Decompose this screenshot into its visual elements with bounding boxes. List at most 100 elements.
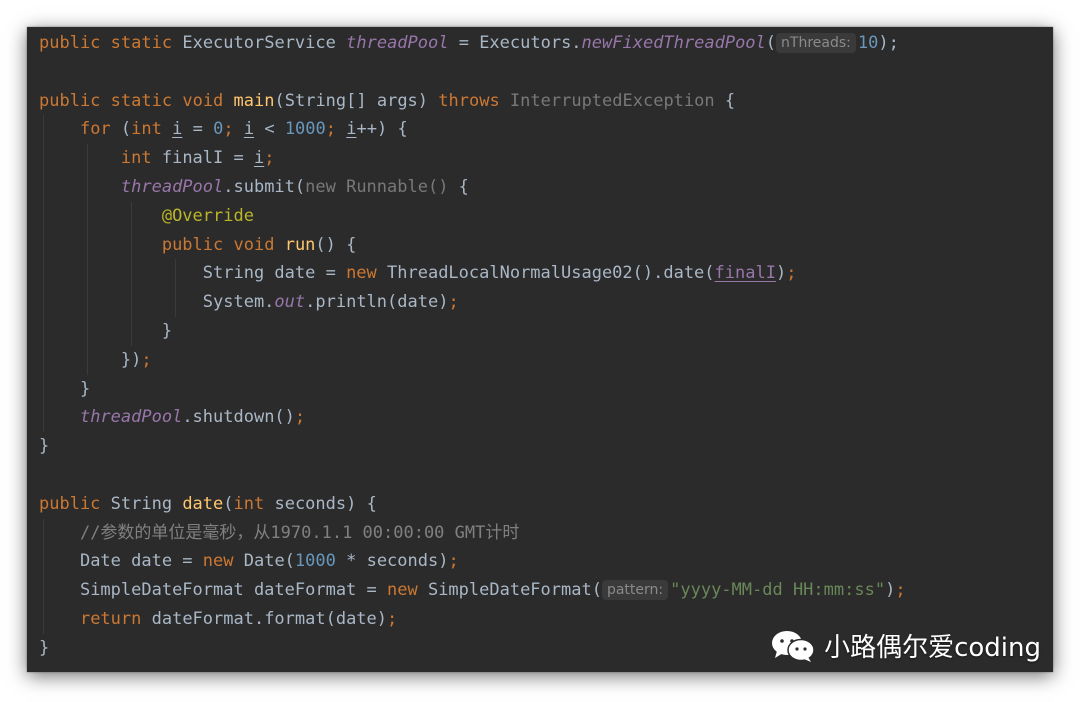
code-area[interactable]: public static ExecutorService threadPool… (39, 29, 1053, 663)
exception-type: InterruptedException (499, 90, 715, 111)
code-line-12: }); (39, 345, 1053, 375)
closing-brace: } (161, 320, 173, 341)
indent-guide (43, 518, 44, 548)
code-text: ) (775, 263, 787, 284)
semicolon: ; (223, 119, 234, 140)
code-text: SimpleDateFormat( (417, 580, 602, 601)
static-method: newFixedThreadPool (581, 33, 766, 53)
code-line-13: } (39, 374, 1053, 404)
code-line-5: int finalI = i; (39, 144, 1053, 173)
indent-guide (131, 259, 132, 289)
keyword: for (79, 119, 111, 140)
code-text: ); (878, 33, 899, 53)
keyword: new (346, 263, 377, 284)
indent-guide (87, 230, 88, 260)
indent-guide (43, 374, 44, 404)
code-text: .submit( (223, 176, 306, 197)
semicolon: ; (325, 119, 337, 140)
semicolon: ; (786, 263, 797, 284)
type-name: ExecutorService (182, 33, 336, 53)
code-text: SimpleDateFormat dateFormat = (79, 580, 387, 601)
code-line-14: threadPool.shutdown(); (39, 403, 1053, 433)
indent-guide (175, 259, 176, 289)
static-field: threadPool (120, 176, 224, 197)
code-line-3: public static void main(String[] args) t… (39, 87, 1053, 116)
code-text: { (714, 90, 736, 111)
keyword: static (110, 33, 173, 53)
closing-brace: } (79, 378, 91, 399)
indent-guide (87, 201, 88, 231)
keyword: public (161, 234, 224, 255)
indent-guide (43, 288, 44, 317)
variable: i (253, 148, 265, 169)
code-line-18: //参数的单位是毫秒，从1970.1.1 00:00:00 GMT计时 (39, 518, 1053, 548)
indent-guide (87, 316, 88, 346)
code-text: String (100, 493, 183, 514)
method-name: run (284, 234, 316, 255)
code-editor-window: public static ExecutorService threadPool… (27, 27, 1053, 672)
number-literal: 10 (857, 33, 879, 53)
indent-guide (43, 403, 44, 433)
indent-guide (87, 259, 88, 289)
code-text: (String[] args) (274, 90, 439, 111)
code-text: .println(date) (305, 292, 449, 313)
keyword: int (233, 493, 265, 514)
code-text: ) (885, 580, 896, 601)
indent-guide (131, 201, 132, 231)
method-name: date (182, 493, 224, 514)
keyword: return (79, 608, 142, 629)
semicolon: ; (895, 580, 906, 601)
code-text: .shutdown() (182, 407, 295, 428)
code-text: seconds) { (264, 493, 377, 514)
indent-guide (43, 144, 44, 173)
code-text: Date( (233, 551, 295, 572)
code-text: = Executors. (448, 33, 582, 53)
indent-guide (87, 144, 88, 173)
keyword: void (233, 234, 275, 255)
code-text: dateFormat.format(date) (141, 608, 388, 629)
code-line-10: System.out.println(date); (39, 288, 1053, 317)
anonymous-class: new Runnable() (305, 176, 449, 197)
keyword: public (39, 33, 101, 53)
semicolon: ; (294, 407, 306, 428)
indent-guide (43, 259, 44, 289)
keyword: throws (438, 90, 500, 111)
indent-guide (131, 230, 132, 260)
indent-guide (175, 288, 176, 317)
code-comment: //参数的单位是毫秒，从1970.1.1 00:00:00 GMT计时 (79, 522, 520, 543)
variable: i (243, 119, 255, 140)
semicolon: ; (264, 148, 275, 169)
indent-guide (131, 288, 132, 317)
code-text: System. (202, 292, 275, 313)
closing-brace: } (39, 436, 50, 457)
closing-brace: } (39, 637, 50, 658)
semicolon: ; (387, 608, 398, 629)
keyword: static (110, 90, 173, 111)
code-line-9: String date = new ThreadLocalNormalUsage… (39, 259, 1053, 289)
code-text: finalI = (151, 148, 254, 169)
code-line-19: Date date = new Date(1000 * seconds); (39, 547, 1053, 577)
keyword: public (39, 493, 101, 514)
number-literal: 0 (213, 119, 224, 140)
code-line-8: public void run() { (39, 230, 1053, 260)
indent-guide (43, 172, 44, 202)
variable: i (172, 119, 183, 140)
keyword: int (120, 148, 152, 169)
string-literal: "yyyy-MM-dd HH:mm:ss" (670, 580, 886, 601)
static-field: out (274, 292, 306, 313)
code-text: String date = (202, 263, 347, 284)
code-text: * seconds) (335, 551, 449, 572)
watermark: 小路偶尔爱coding (770, 627, 1041, 664)
indent-guide (87, 172, 88, 202)
number-literal: 1000 (284, 119, 326, 140)
parameter-hint: nThreads: (776, 33, 856, 53)
code-line-7: @Override (39, 201, 1053, 231)
code-text: ( (223, 493, 234, 514)
keyword: public (39, 90, 101, 111)
code-text: < (254, 119, 285, 140)
indent-guide (43, 547, 44, 577)
indent-guide (43, 576, 44, 605)
static-field: threadPool (79, 407, 183, 428)
